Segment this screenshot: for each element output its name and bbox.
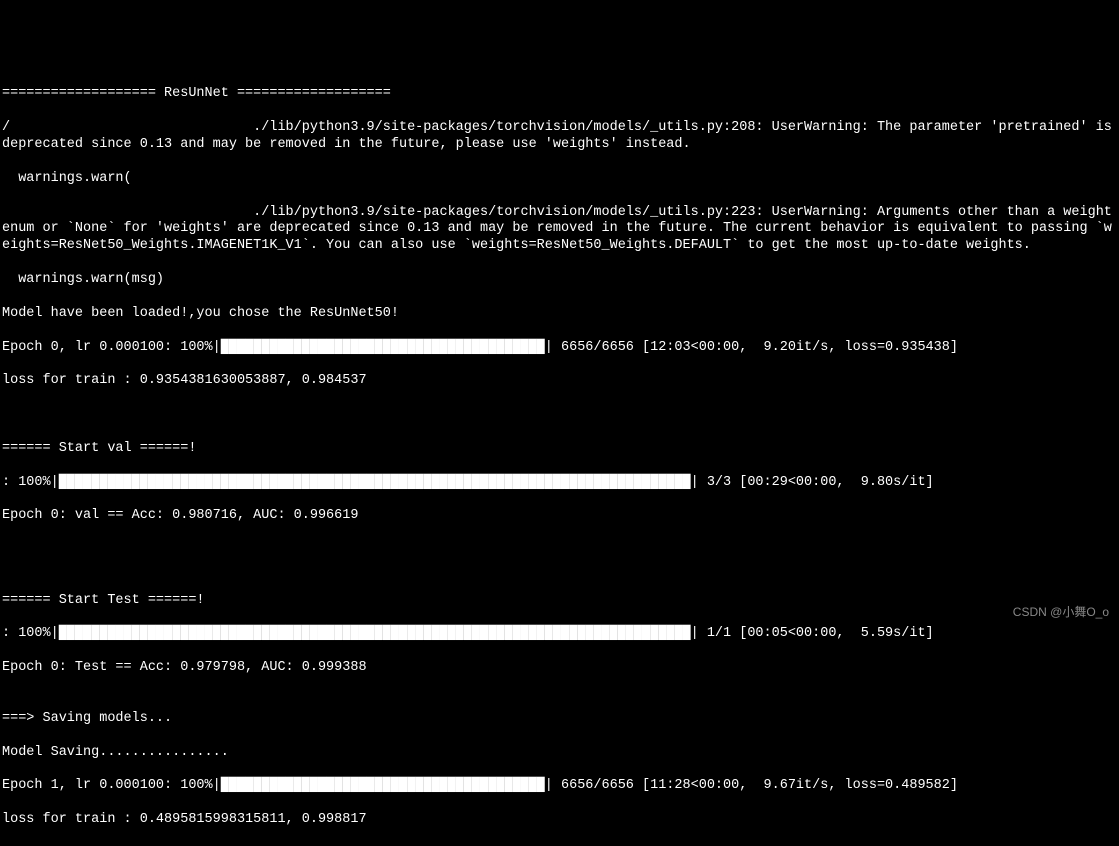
- terminal-line: ====== Start Test ======!: [2, 593, 1117, 610]
- terminal-line: ====== Start val ======!: [2, 441, 1117, 458]
- terminal-line: : 100%|█████████████████████████████████…: [2, 475, 1117, 492]
- terminal-line: Model have been loaded!,you chose the Re…: [2, 306, 1117, 323]
- terminal-line: =================== ResUnNet ===========…: [2, 86, 1117, 103]
- terminal-line: / ./lib/python3.9/site-packages/torchvis…: [2, 120, 1117, 154]
- terminal-line: Epoch 0: val == Acc: 0.980716, AUC: 0.99…: [2, 508, 1117, 525]
- terminal-line: warnings.warn(msg): [2, 272, 1117, 289]
- terminal-line: Epoch 0: Test == Acc: 0.979798, AUC: 0.9…: [2, 660, 1117, 677]
- terminal-line: : 100%|█████████████████████████████████…: [2, 626, 1117, 643]
- terminal-line: Epoch 0, lr 0.000100: 100%|█████████████…: [2, 340, 1117, 357]
- terminal-line: loss for train : 0.9354381630053887, 0.9…: [2, 373, 1117, 390]
- terminal-line: ./lib/python3.9/site-packages/torchvisio…: [2, 205, 1117, 256]
- terminal-line: Epoch 1, lr 0.000100: 100%|█████████████…: [2, 778, 1117, 795]
- terminal-line: warnings.warn(: [2, 171, 1117, 188]
- terminal-line: ===> Saving models...: [2, 711, 1117, 728]
- terminal-line: loss for train : 0.4895815998315811, 0.9…: [2, 812, 1117, 829]
- watermark-text: CSDN @小舞O_o: [1013, 605, 1109, 620]
- terminal-line: Model Saving................: [2, 745, 1117, 762]
- terminal-output: =================== ResUnNet ===========…: [2, 70, 1117, 692]
